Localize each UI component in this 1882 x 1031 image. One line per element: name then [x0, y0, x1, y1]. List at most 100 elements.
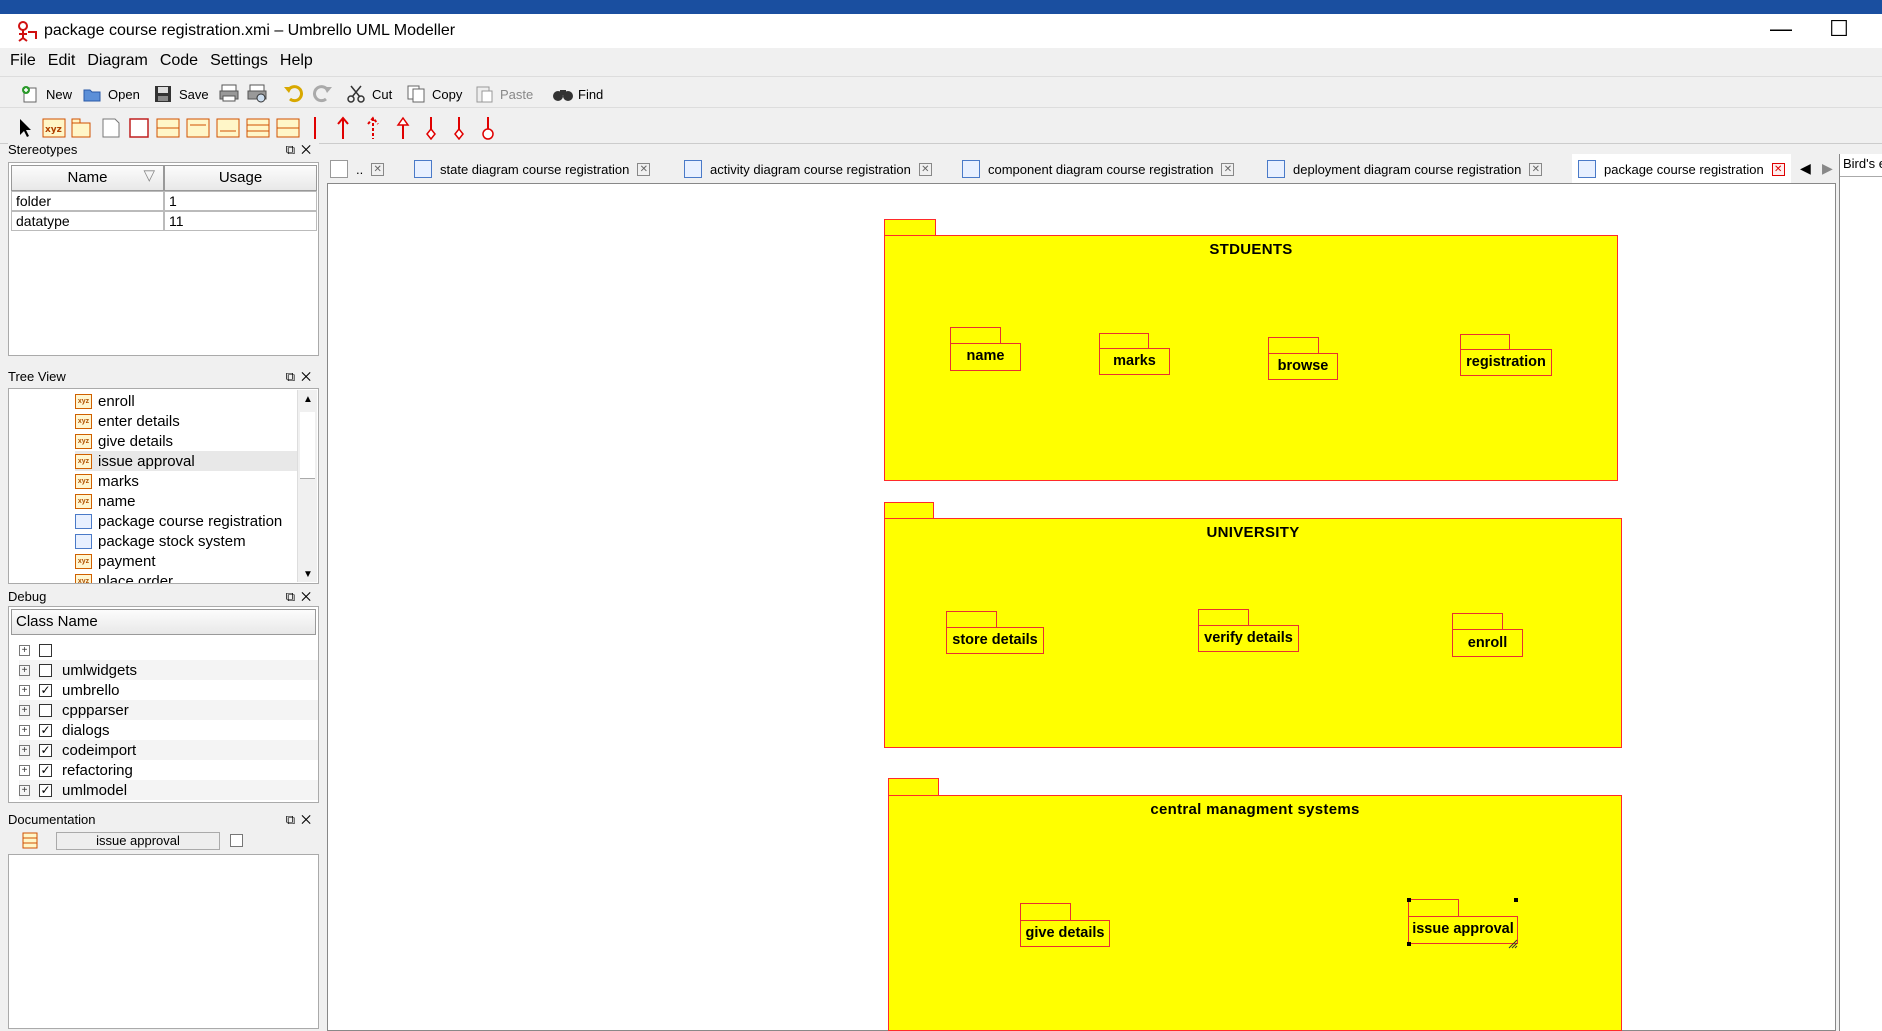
copy-button[interactable]: Copy: [406, 83, 462, 105]
column-header-class-name[interactable]: Class Name: [11, 609, 316, 635]
subpackage-store-details[interactable]: store details: [946, 627, 1044, 654]
menu-file[interactable]: File: [6, 48, 40, 74]
debug-row[interactable]: + ✓ codeimport: [19, 740, 318, 760]
paste-button[interactable]: Paste: [474, 83, 533, 105]
checkbox[interactable]: [39, 663, 52, 677]
find-button[interactable]: Find: [552, 83, 603, 105]
debug-row[interactable]: + umlwidgets: [19, 660, 318, 680]
close-tab-icon[interactable]: ✕: [918, 162, 932, 176]
stereotype-usage-cell[interactable]: 11: [164, 211, 317, 231]
tree-item[interactable]: xyz give details: [75, 431, 173, 451]
interface-tool-icon[interactable]: [276, 117, 300, 139]
expand-icon[interactable]: +: [19, 764, 30, 776]
tab-activity-diagram[interactable]: activity diagram course registration ✕: [684, 154, 932, 184]
package-university[interactable]: UNIVERSITY store details verify details …: [884, 518, 1622, 748]
package-central-managment-systems[interactable]: central managment systems give details i…: [888, 795, 1622, 1031]
menu-code[interactable]: Code: [156, 48, 202, 74]
checkbox-checked[interactable]: ✓: [39, 723, 52, 737]
expand-icon[interactable]: +: [19, 704, 30, 716]
debug-row[interactable]: +: [19, 640, 62, 660]
tab-package-course-registration[interactable]: package course registration ✕: [1572, 154, 1791, 184]
select-arrow-icon[interactable]: [18, 118, 34, 138]
containment-arrow-icon[interactable]: [481, 116, 495, 140]
close-tab-icon[interactable]: ✕: [1771, 162, 1785, 176]
note-tool-icon[interactable]: [100, 117, 122, 139]
expand-icon[interactable]: +: [19, 684, 30, 696]
debug-row[interactable]: + ✓ umlmodel: [19, 780, 318, 800]
birds-eye-view[interactable]: [1840, 176, 1882, 1031]
directed-association-arrow-icon[interactable]: [366, 116, 380, 140]
subpackage-registration[interactable]: registration: [1460, 349, 1552, 376]
tree-item[interactable]: xyz marks: [75, 471, 139, 491]
stereotype-usage-cell[interactable]: 1: [164, 191, 317, 211]
dock-controls[interactable]: ⧉✕: [286, 589, 317, 605]
scroll-down-icon[interactable]: ▼: [303, 569, 313, 580]
debug-row[interactable]: + ✓ refactoring: [19, 760, 133, 780]
subpackage-give-details[interactable]: give details: [1020, 920, 1110, 947]
tree-item[interactable]: xyz name: [75, 491, 136, 511]
resize-grip-icon[interactable]: [1508, 936, 1518, 949]
close-tab-icon[interactable]: ✕: [1529, 162, 1543, 176]
tab-blank[interactable]: .. ✕: [330, 154, 385, 184]
stereotype-name-cell[interactable]: folder: [11, 191, 164, 211]
tree-item[interactable]: xyz payment: [75, 551, 156, 571]
diagram-canvas[interactable]: STDUENTS name marks browse registration …: [327, 183, 1836, 1031]
class-tool-icon[interactable]: xyz: [42, 117, 66, 139]
close-tab-icon[interactable]: ✕: [1221, 162, 1235, 176]
tree-item-selected[interactable]: xyz issue approval: [75, 451, 303, 471]
tab-scroll-left-icon[interactable]: ◀: [1800, 160, 1811, 177]
cut-button[interactable]: Cut: [346, 83, 392, 105]
dock-controls[interactable]: ⧉✕: [286, 812, 317, 828]
package-tool-icon[interactable]: [70, 117, 94, 139]
selection-handle[interactable]: [1407, 898, 1411, 902]
tree-item[interactable]: xyz place order: [75, 571, 173, 583]
generalization-arrow-icon[interactable]: [396, 116, 410, 140]
documentation-checkbox[interactable]: [230, 834, 243, 847]
scroll-up-icon[interactable]: ▲: [303, 394, 313, 405]
subpackage-name[interactable]: name: [950, 343, 1021, 371]
menu-help[interactable]: Help: [276, 48, 317, 74]
box-tool-icon[interactable]: [128, 117, 150, 139]
tree-item[interactable]: package stock system: [75, 531, 246, 551]
selection-handle[interactable]: [1514, 898, 1518, 902]
checkbox-checked[interactable]: ✓: [39, 683, 52, 697]
print-preview-icon[interactable]: [247, 83, 267, 103]
subpackage-verify-details[interactable]: verify details: [1198, 625, 1299, 652]
composition-arrow-icon[interactable]: [452, 116, 466, 141]
dock-controls[interactable]: ⧉✕: [286, 142, 317, 158]
maximize-button[interactable]: ☐: [1810, 14, 1868, 48]
scroll-thumb[interactable]: [300, 412, 315, 479]
selection-handle[interactable]: [1407, 942, 1411, 946]
save-button[interactable]: Save: [153, 83, 209, 105]
subpackage-marks[interactable]: marks: [1099, 348, 1170, 375]
expand-icon[interactable]: +: [19, 724, 30, 736]
package-stduents[interactable]: STDUENTS name marks browse registration: [884, 235, 1618, 481]
subpackage-browse[interactable]: browse: [1268, 353, 1338, 380]
stereotype-name-cell[interactable]: datatype: [11, 211, 164, 231]
new-button[interactable]: New: [20, 83, 72, 105]
entity-tool-icon[interactable]: [246, 117, 270, 139]
checkbox-checked[interactable]: ✓: [39, 783, 52, 797]
tab-deployment-diagram[interactable]: deployment diagram course registration ✕: [1267, 154, 1543, 184]
menu-settings[interactable]: Settings: [206, 48, 272, 74]
tree-item[interactable]: xyz enroll: [75, 391, 135, 411]
debug-row[interactable]: + cppparser: [19, 700, 318, 720]
expand-icon[interactable]: +: [19, 664, 30, 676]
close-tab-icon[interactable]: ✕: [371, 162, 385, 176]
aggregation-arrow-icon[interactable]: [424, 116, 438, 141]
documentation-textarea[interactable]: [8, 854, 319, 1029]
undo-icon[interactable]: [282, 83, 304, 103]
checkbox[interactable]: [39, 643, 52, 657]
checkbox[interactable]: [39, 703, 52, 717]
text-tool-icon[interactable]: [156, 117, 180, 139]
subpackage-issue-approval[interactable]: issue approval: [1408, 916, 1518, 944]
checkbox-checked[interactable]: ✓: [39, 743, 52, 757]
menu-edit[interactable]: Edit: [44, 48, 80, 74]
close-tab-icon[interactable]: ✕: [637, 162, 651, 176]
column-header-usage[interactable]: Usage: [164, 165, 317, 191]
tab-state-diagram[interactable]: state diagram course registration ✕: [414, 154, 651, 184]
dock-controls[interactable]: ⧉✕: [286, 369, 317, 385]
expand-icon[interactable]: +: [19, 784, 30, 796]
dependency-tool-icon[interactable]: [312, 116, 318, 140]
column-header-name[interactable]: Name ▽: [11, 165, 164, 191]
